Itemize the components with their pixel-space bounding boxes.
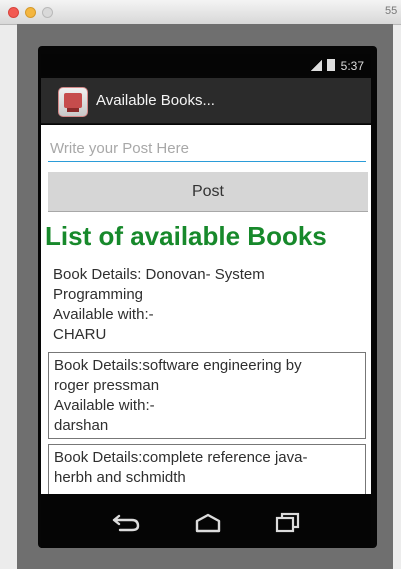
post-input[interactable] [48,135,366,162]
book-list-item[interactable]: Book Details: Donovan- System Programmin… [48,262,366,347]
window-zoom-button[interactable] [42,7,53,18]
book-details-text: Book Details:software engineering by [54,357,302,374]
available-with-owner: CHARU [53,326,107,343]
android-status-bar: 5:37 [41,54,371,76]
available-books-screen: Post List of available Books Book Detail… [41,125,371,506]
book-list-item[interactable]: Book Details:software engineering by rog… [48,352,366,439]
status-time: 5:37 [340,59,364,73]
post-button[interactable]: Post [48,172,368,212]
book-details-text: Book Details:complete reference java- [54,449,308,466]
window-close-button[interactable] [8,7,19,18]
books-list: Book Details: Donovan- System Programmin… [48,262,370,505]
signal-icon [310,59,322,71]
app-action-bar: Available Books... [41,78,371,124]
window-minimize-button[interactable] [25,7,36,18]
available-with-owner: darshan [54,417,109,434]
book-app-icon [58,87,88,117]
app-title: Available Books... [96,92,215,109]
book-details-continuation: Programming [53,286,144,303]
book-list-item[interactable]: Book Details:complete reference java- he… [48,444,366,500]
window-titlebar: 55 [0,0,401,25]
status-icons [310,59,335,71]
android-navigation-bar [41,494,371,548]
book-details-text: Book Details: Donovan- System [53,266,265,283]
available-with-label: Available with:- [54,397,155,414]
available-with-label: Available with:- [53,306,154,323]
back-icon[interactable] [110,511,142,533]
book-details-continuation: herbh and schmidth [54,469,186,486]
window-title: 55 [385,5,398,17]
emulator-window: 55 5:37 Available Books... Post List of … [0,0,401,569]
home-icon[interactable] [192,511,224,533]
battery-icon [327,59,335,71]
available-books-heading: List of available Books [45,221,327,251]
book-details-continuation: roger pressman [54,377,160,394]
recent-apps-icon[interactable] [272,511,304,533]
